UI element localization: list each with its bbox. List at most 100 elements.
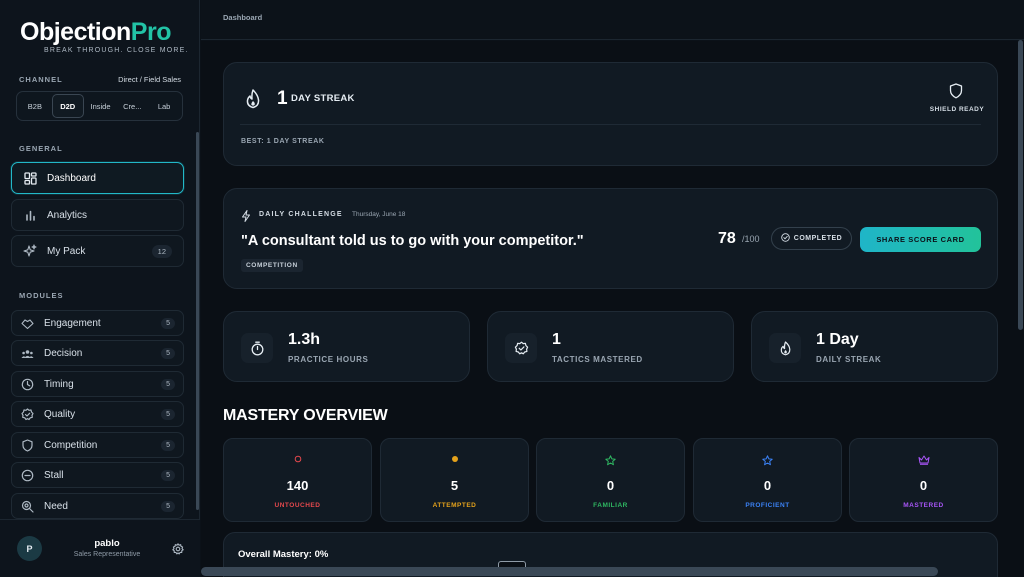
user-profile[interactable]: P pablo Sales Representative: [0, 519, 200, 577]
shield-icon: [20, 438, 34, 452]
mastery-label: ATTEMPTED: [432, 502, 477, 509]
streak-label: DAY STREAK: [291, 93, 355, 104]
nav-item-label: My Pack: [47, 245, 86, 257]
share-score-card-button[interactable]: SHARE SCORE CARD: [860, 227, 981, 252]
users-icon: [20, 346, 34, 360]
stat-value: 1 Day: [816, 331, 859, 348]
mastery-overview-title: MASTERY OVERVIEW: [223, 407, 388, 424]
drag-handle[interactable]: [498, 561, 526, 567]
minus-circle-icon: [20, 468, 34, 482]
nav-item-dashboard[interactable]: Dashboard: [11, 162, 184, 194]
challenge-score-max: /100: [742, 234, 760, 244]
best-streak: BEST: 1 DAY STREAK: [241, 138, 325, 145]
streak-card: 1 DAY STREAK SHIELD READY BEST: 1 DAY ST…: [223, 62, 998, 166]
streak-count: 1: [277, 88, 288, 109]
logo[interactable]: ObjectionPro BREAK THROUGH. CLOSE MORE.: [20, 18, 190, 54]
category-tag: COMPETITION: [241, 259, 303, 272]
stopwatch-icon: [241, 333, 273, 363]
mastery-card-attempted: 5 ATTEMPTED: [380, 438, 529, 522]
status-label: COMPLETED: [793, 235, 843, 242]
general-section-label: GENERAL: [19, 144, 63, 153]
gear-icon[interactable]: [172, 542, 184, 555]
module-label: Quality: [44, 408, 76, 420]
breadcrumb: Dashboard: [223, 13, 263, 22]
lightning-icon: [241, 209, 251, 222]
status-badge: COMPLETED: [771, 227, 852, 250]
stat-value: 1.3h: [288, 331, 321, 348]
star-outline-icon: [694, 455, 841, 466]
modules-section-label: MODULES: [19, 291, 64, 300]
avatar[interactable]: P: [17, 536, 42, 561]
module-item-stall[interactable]: Stall 5: [11, 462, 184, 488]
stat-label: DAILY STREAK: [816, 355, 882, 364]
shield-status: SHIELD READY: [929, 106, 985, 113]
flame-icon: [769, 333, 801, 363]
main-scrollbar[interactable]: [1018, 40, 1023, 330]
module-item-need[interactable]: Need 5: [11, 493, 184, 519]
nav-item-label: Analytics: [47, 209, 88, 221]
clock-icon: [20, 377, 34, 391]
divider: [240, 124, 981, 125]
dashboard-icon: [23, 171, 37, 185]
sidebar-scrollbar[interactable]: [196, 132, 199, 510]
top-bar: Dashboard: [201, 0, 1024, 40]
stat-card-tactics-mastered: 1 TACTICS MASTERED: [487, 311, 734, 382]
mastery-label: MASTERED: [903, 502, 944, 509]
stat-card-practice-hours: 1.3h PRACTICE HOURS: [223, 311, 470, 382]
shield-icon: [949, 83, 963, 99]
logo-tagline: BREAK THROUGH. CLOSE MORE.: [44, 47, 189, 54]
logo-wordmark: ObjectionPro: [20, 18, 171, 46]
star-outline-icon: [537, 455, 684, 466]
module-item-engagement[interactable]: Engagement 5: [11, 310, 184, 336]
handshake-icon: [20, 316, 34, 330]
stat-label: PRACTICE HOURS: [288, 355, 369, 364]
module-label: Engagement: [44, 317, 101, 329]
channel-option-creator[interactable]: Cre...: [117, 94, 147, 118]
mastery-value: 140: [286, 478, 309, 493]
nav-item-analytics[interactable]: Analytics: [11, 199, 184, 231]
crown-icon: [850, 455, 997, 465]
module-item-timing[interactable]: Timing 5: [11, 371, 184, 397]
module-label: Need: [44, 500, 68, 512]
channel-option-lab[interactable]: Lab: [149, 94, 179, 118]
channel-value: Direct / Field Sales: [118, 75, 181, 84]
count-badge: 5: [161, 317, 175, 329]
mastery-value: 5: [450, 478, 459, 493]
horizontal-scrollbar[interactable]: [201, 567, 938, 576]
stat-card-daily-streak: 1 Day DAILY STREAK: [751, 311, 998, 382]
mastery-card-untouched: 140 UNTOUCHED: [223, 438, 372, 522]
mastery-value: 0: [763, 478, 772, 493]
user-role: Sales Representative: [73, 551, 141, 558]
module-item-quality[interactable]: Quality 5: [11, 401, 184, 427]
channel-selector: B2B D2D Inside Cre... Lab: [16, 91, 183, 121]
sparkles-icon: [23, 244, 37, 258]
count-badge: 5: [161, 408, 175, 420]
module-label: Competition: [44, 439, 98, 451]
search-icon: [20, 499, 34, 513]
module-item-decision[interactable]: Decision 5: [11, 340, 184, 366]
mastery-card-familiar: 0 FAMILIAR: [536, 438, 685, 522]
channel-option-d2d[interactable]: D2D: [51, 94, 84, 118]
channel-label: CHANNEL: [19, 75, 63, 84]
channel-option-inside[interactable]: Inside: [86, 94, 116, 118]
mastery-value: 0: [606, 478, 615, 493]
count-badge: 5: [161, 347, 175, 359]
bar-chart-icon: [23, 208, 37, 222]
dot-icon: [381, 455, 528, 463]
challenge-label: DAILY CHALLENGE: [259, 211, 343, 218]
count-badge: 5: [161, 439, 175, 451]
mastery-label: FAMILIAR: [593, 502, 628, 509]
module-item-competition[interactable]: Competition 5: [11, 432, 184, 458]
challenge-score: 78: [718, 230, 736, 247]
stat-value: 1: [552, 331, 561, 348]
challenge-quote: "A consultant told us to go with your co…: [241, 233, 584, 249]
mastery-card-proficient: 0 PROFICIENT: [693, 438, 842, 522]
count-badge: 5: [161, 500, 175, 512]
daily-challenge-card: DAILY CHALLENGE Thursday, June 18 "A con…: [223, 188, 998, 289]
overall-mastery-label: Overall Mastery: 0%: [238, 549, 329, 560]
sidebar: ObjectionPro BREAK THROUGH. CLOSE MORE. …: [0, 0, 200, 577]
count-badge: 5: [161, 469, 175, 481]
channel-option-b2b[interactable]: B2B: [20, 94, 50, 118]
module-label: Stall: [44, 469, 64, 481]
nav-item-my-pack[interactable]: My Pack 12: [11, 235, 184, 267]
